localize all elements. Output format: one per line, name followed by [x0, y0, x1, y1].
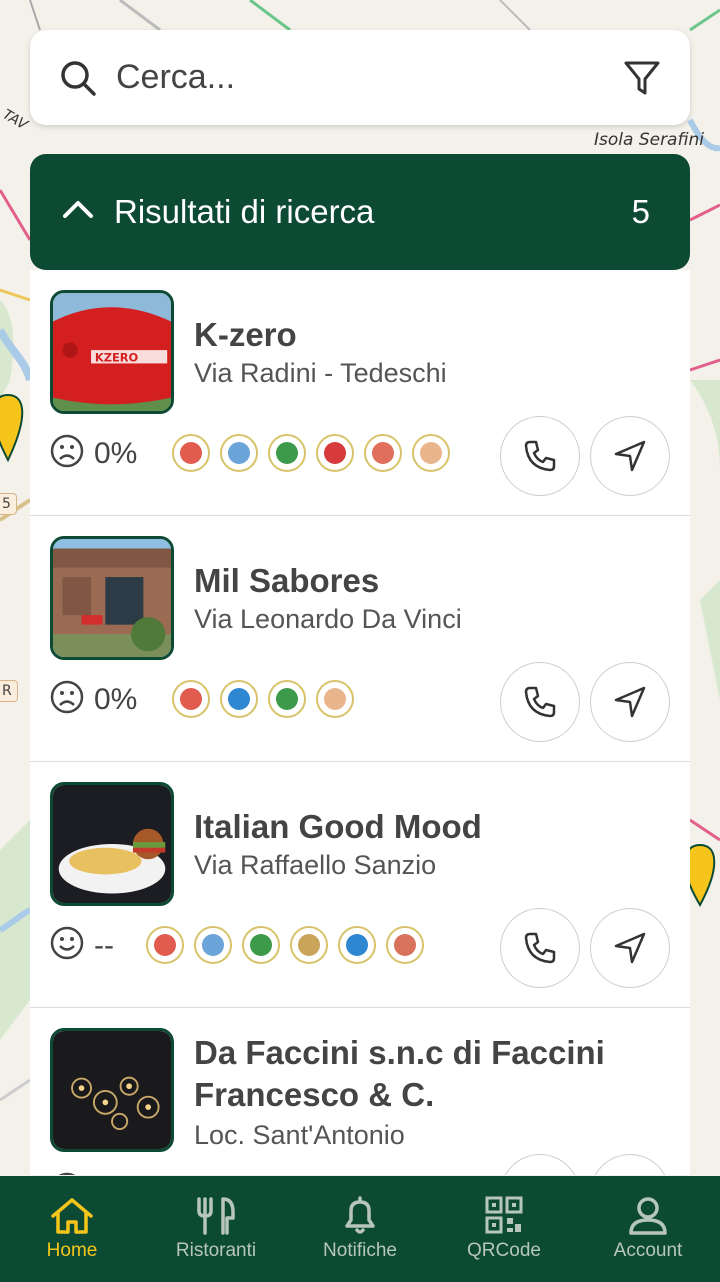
phone-icon [524, 440, 556, 472]
navigation-arrow-icon [614, 686, 646, 718]
restaurant-address: Loc. Sant'Antonio [194, 1120, 405, 1150]
nav-label: QRCode [467, 1240, 541, 1261]
restaurant-thumbnail[interactable] [50, 1028, 174, 1152]
nav-item-notifiche[interactable]: Notifiche [288, 1176, 432, 1282]
results-count: 5 [631, 193, 650, 230]
call-button[interactable] [500, 1154, 580, 1175]
search-icon[interactable] [58, 58, 98, 98]
water-badge-icon [220, 680, 258, 718]
people-badge-icon [386, 926, 424, 964]
sustainability-badges [146, 926, 424, 964]
restaurant-thumbnail[interactable] [50, 782, 174, 906]
call-button[interactable] [500, 416, 580, 496]
rating: -- [50, 926, 114, 965]
recycle-badge-icon [242, 926, 280, 964]
bell-icon [345, 1196, 375, 1234]
result-item-italian-good-mood[interactable]: Italian Good Mood Via Raffaello Sanzio -… [30, 762, 690, 1008]
map-place-label: Isola Serafini [594, 130, 704, 150]
account-icon [629, 1197, 667, 1235]
navigate-button[interactable] [590, 662, 670, 742]
search-bar [30, 30, 690, 125]
results-list[interactable]: KZERO K-zero Via Radini - Tedeschi 0% Mi… [30, 270, 690, 1175]
rating [50, 1172, 84, 1175]
phone-icon [524, 932, 556, 964]
nav-item-account[interactable]: Account [576, 1176, 720, 1282]
sad-face-icon [50, 434, 84, 473]
earth-badge-icon [316, 434, 354, 472]
call-button[interactable] [500, 908, 580, 988]
results-title: Risultati di ricerca [114, 193, 375, 230]
nav-label: Account [613, 1240, 683, 1261]
navigation-arrow-icon [614, 932, 646, 964]
restaurant-name[interactable]: K-zero [194, 314, 664, 356]
call-button[interactable] [500, 662, 580, 742]
result-item-da-faccini[interactable]: Da Faccini s.n.c di Faccini Francesco & … [30, 1008, 690, 1175]
result-item-k-zero[interactable]: KZERO K-zero Via Radini - Tedeschi 0% [30, 270, 690, 516]
sustainability-badges [172, 680, 354, 718]
nav-label: Home [46, 1240, 98, 1261]
sad-face-icon [50, 680, 84, 719]
handshake-badge-icon [412, 434, 450, 472]
certificate-badge-icon [194, 926, 232, 964]
nav-label: Ristoranti [175, 1240, 257, 1261]
sustainability-badges [172, 434, 450, 472]
smile-face-icon [50, 926, 84, 965]
restaurant-thumbnail[interactable] [50, 536, 174, 660]
restaurant-address: Via Leonardo Da Vinci [194, 604, 462, 634]
earth-badge-icon [268, 680, 306, 718]
nav-item-qrcode[interactable]: QRCode [432, 1176, 576, 1282]
phone-icon [524, 686, 556, 718]
result-item-mil-sabores[interactable]: Mil Sabores Via Leonardo Da Vinci 0% [30, 516, 690, 762]
restaurant-address: Via Raffaello Sanzio [194, 850, 437, 880]
map-road-shield: R [0, 680, 18, 702]
checklist-badge-icon [290, 926, 328, 964]
chevron-up-icon[interactable] [60, 192, 96, 233]
navigation-arrow-icon [614, 440, 646, 472]
restaurant-name[interactable]: Mil Sabores [194, 560, 664, 602]
recycle-badge-icon [268, 434, 306, 472]
handshake-badge-icon [316, 680, 354, 718]
nav-item-ristoranti[interactable]: Ristoranti [144, 1176, 288, 1282]
local-food-badge-icon [146, 926, 184, 964]
navigate-button[interactable] [590, 416, 670, 496]
restaurant-name[interactable]: Italian Good Mood [194, 806, 664, 848]
rating: 0% [50, 680, 137, 719]
heart-hand-badge-icon [364, 434, 402, 472]
home-icon [51, 1198, 93, 1234]
restaurant-name[interactable]: Da Faccini s.n.c di Faccini Francesco & … [194, 1032, 664, 1116]
restaurant-icon [197, 1197, 235, 1235]
nav-label: Notifiche [323, 1240, 397, 1261]
search-input[interactable] [116, 58, 622, 97]
sad-face-icon [50, 1172, 84, 1175]
navigate-button[interactable] [590, 1154, 670, 1175]
map-road-shield: 5 [0, 493, 17, 515]
rating-value: -- [94, 928, 114, 962]
restaurant-thumbnail[interactable]: KZERO [50, 290, 174, 414]
water-badge-icon [338, 926, 376, 964]
rating: 0% [50, 434, 137, 473]
filter-icon[interactable] [622, 58, 662, 98]
rating-value: 0% [94, 436, 138, 470]
results-header[interactable]: Risultati di ricerca 5 [30, 154, 690, 270]
qrcode-icon [485, 1196, 523, 1234]
svg-text:KZERO: KZERO [95, 351, 139, 365]
certificate-badge-icon [220, 434, 258, 472]
nav-item-home[interactable]: Home [0, 1176, 144, 1282]
restaurant-address: Via Radini - Tedeschi [194, 358, 447, 388]
local-food-badge-icon [172, 680, 210, 718]
local-food-badge-icon [172, 434, 210, 472]
navigate-button[interactable] [590, 908, 670, 988]
bottom-navigation: Home Ristoranti Notifiche QRCode Account [0, 1176, 720, 1282]
rating-value: 0% [94, 682, 138, 716]
